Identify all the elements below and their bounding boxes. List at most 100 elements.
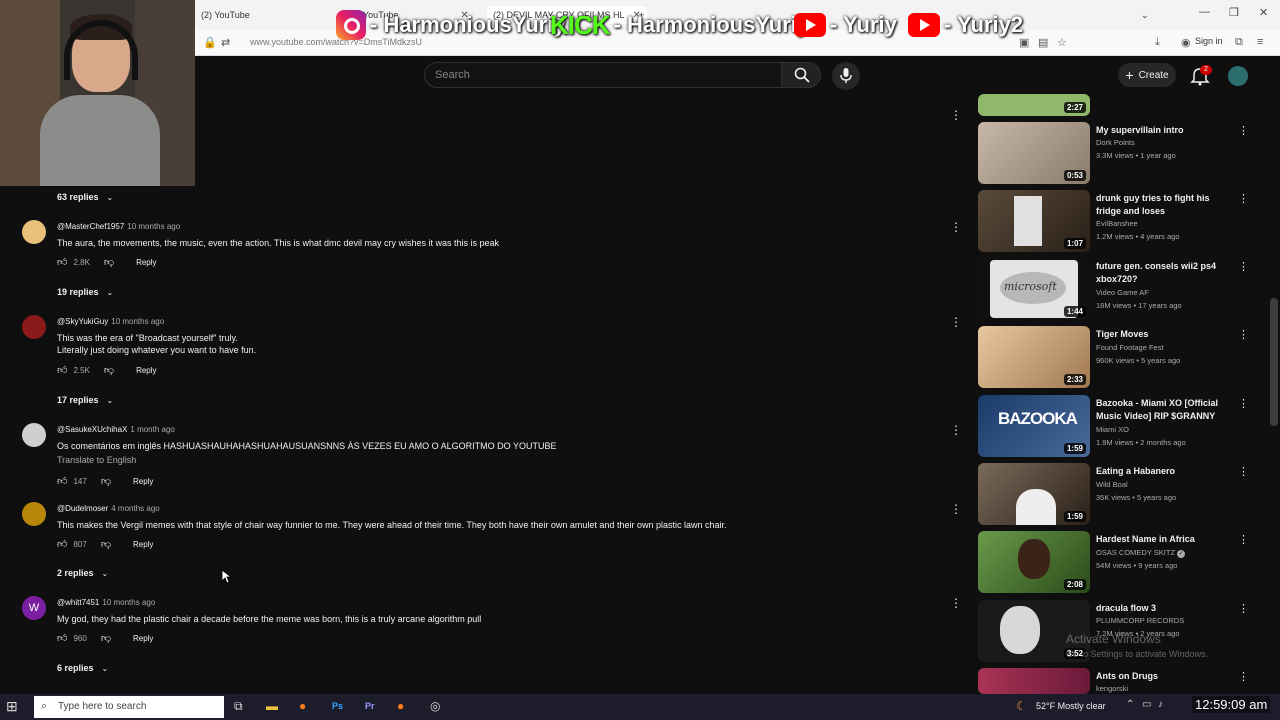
like-icon[interactable]: 👍︎ [57,256,67,268]
video-title[interactable]: dracula flow 3 [1096,602,1226,615]
bookmark-star-icon[interactable]: ☆ [1057,36,1067,49]
photoshop-icon[interactable]: Ps [332,701,343,711]
video-thumbnail[interactable]: microsoft 1:44 [978,258,1090,320]
more-actions-icon[interactable]: ⋮ [1238,397,1249,410]
video-title[interactable]: future gen. consels wii2 ps4 xbox720? [1096,260,1226,286]
view-replies-button[interactable]: 6 replies ⌄ [57,663,108,673]
more-actions-icon[interactable]: ⋮ [950,108,962,122]
video-thumbnail[interactable]: 2:08 [978,531,1090,593]
dislike-icon[interactable]: 👎︎ [101,475,111,487]
tab-list-icon[interactable]: ⌄ [1141,6,1149,24]
tray-overflow-icon[interactable]: ⌃ [1126,699,1134,710]
dislike-icon[interactable]: 👎︎ [104,256,114,268]
avatar[interactable] [22,315,46,339]
video-channel[interactable]: OSAS COMEDY SKITZ ✓ [1096,548,1186,558]
more-actions-icon[interactable]: ⋮ [950,315,962,329]
recommended-video[interactable]: 0:53 My supervillain intro Dork Points 3… [978,122,1258,184]
video-channel[interactable]: Found Footage Fest [1096,343,1164,352]
file-explorer-icon[interactable]: ▬ [266,699,278,713]
video-title[interactable]: Bazooka - Miami XO [Official Music Video… [1096,397,1226,423]
recommended-video[interactable]: 2:33 Tiger Moves Found Footage Fest 960K… [978,326,1258,388]
comment-time[interactable]: 10 months ago [102,598,155,607]
extensions-icon[interactable]: ⧉ [1235,36,1243,49]
video-channel[interactable]: Video Game AF [1096,288,1149,297]
comment-time[interactable]: 1 month ago [130,425,174,434]
avatar[interactable] [22,220,46,244]
premiere-icon[interactable]: Pr [365,701,375,711]
create-button[interactable]: + Create [1118,63,1176,87]
like-icon[interactable]: 👍︎ [57,632,67,644]
minimize-icon[interactable]: — [1199,6,1210,18]
obs-icon[interactable]: ◎ [430,699,440,713]
account-avatar[interactable] [1228,66,1248,86]
page-scrollbar[interactable] [1270,298,1278,426]
like-icon[interactable]: 👍︎ [57,538,67,550]
search-button[interactable] [781,62,821,88]
comment-time[interactable]: 4 months ago [111,504,159,513]
video-thumbnail[interactable]: BAZOOKA 1:59 [978,395,1090,457]
downloads-icon[interactable]: ⤓ [1155,36,1160,49]
close-window-icon[interactable]: ✕ [1259,6,1268,19]
avatar[interactable]: W [22,596,46,620]
video-thumbnail[interactable] [978,668,1090,694]
more-actions-icon[interactable]: ⋮ [1238,260,1249,273]
comment-author[interactable]: @MasterChef1957 [57,222,124,231]
avatar[interactable] [22,423,46,447]
comment-time[interactable]: 10 months ago [127,222,180,231]
view-replies-button[interactable]: 63 replies ⌄ [57,192,113,202]
video-channel[interactable]: Dork Points [1096,138,1135,147]
sign-in-button[interactable]: Sign in [1195,36,1223,46]
more-actions-icon[interactable]: ⋮ [1238,533,1249,546]
recommended-video[interactable]: microsoft 1:44 future gen. consels wii2 … [978,258,1258,320]
video-channel[interactable]: kengorski [1096,684,1128,693]
video-thumbnail[interactable]: 0:53 [978,122,1090,184]
dislike-icon[interactable]: 👎︎ [101,538,111,550]
tab-youtube-1[interactable]: (2) YouTube✕ [201,6,346,24]
like-icon[interactable]: 👍︎ [57,475,67,487]
view-replies-button[interactable]: 19 replies ⌄ [57,287,113,297]
video-channel[interactable]: Miami XO [1096,425,1129,434]
reply-button[interactable]: Reply [133,540,153,549]
recommended-video[interactable]: 1:59 Eating a Habanero Wild Boal 35K vie… [978,463,1258,525]
recommended-video[interactable]: BAZOOKA 1:59 Bazooka - Miami XO [Officia… [978,395,1258,457]
reply-button[interactable]: Reply [136,366,156,375]
video-title[interactable]: Tiger Moves [1096,328,1226,341]
video-thumbnail[interactable]: 1:07 [978,190,1090,252]
more-actions-icon[interactable]: ⋮ [1238,465,1249,478]
avatar[interactable] [22,502,46,526]
weather-text[interactable]: 52°F Mostly clear [1036,701,1106,711]
video-title[interactable]: Hardest Name in Africa [1096,533,1226,546]
more-actions-icon[interactable]: ⋮ [950,423,962,437]
firefox-active-icon[interactable]: ● [397,699,404,713]
more-actions-icon[interactable]: ⋮ [950,220,962,234]
recommended-video[interactable]: 2:27 [978,94,1258,116]
more-actions-icon[interactable]: ⋮ [1238,192,1249,205]
taskbar-search-input[interactable]: ⌕ Type here to search [34,696,224,718]
network-icon[interactable]: ▭ [1142,699,1151,710]
task-view-icon[interactable]: ⧉ [234,699,243,714]
more-actions-icon[interactable]: ⋮ [950,502,962,516]
account-icon[interactable]: ◉ [1181,36,1191,49]
video-channel[interactable]: EvilBanshee [1096,219,1138,228]
dislike-icon[interactable]: 👎︎ [101,632,111,644]
video-channel[interactable]: PLUMMCORP RECORDS [1096,616,1184,625]
video-thumbnail[interactable]: 2:27 [978,94,1090,116]
video-title[interactable]: My supervillain intro [1096,124,1226,137]
menu-icon[interactable]: ≡ [1257,36,1263,48]
comment-author[interactable]: @Dudelmoser [57,504,108,513]
video-title[interactable]: drunk guy tries to fight his fridge and … [1096,192,1226,218]
search-input[interactable]: Search [424,62,782,88]
video-thumbnail[interactable]: 2:33 [978,326,1090,388]
more-actions-icon[interactable]: ⋮ [950,596,962,610]
permissions-icon[interactable]: ⇄ [221,36,230,49]
video-title[interactable]: Ants on Drugs [1096,670,1226,683]
comment-author[interactable]: @SkyYukiGuy [57,317,108,326]
video-channel[interactable]: Wild Boal [1096,480,1128,489]
more-actions-icon[interactable]: ⋮ [1238,124,1249,137]
comment-author[interactable]: @whitt7451 [57,598,99,607]
start-menu-icon[interactable]: ⊞ [6,698,18,715]
reply-button[interactable]: Reply [133,634,153,643]
recommended-video[interactable]: Ants on Drugs kengorski ⋮ [978,668,1258,694]
view-replies-button[interactable]: 17 replies ⌄ [57,395,113,405]
comment-time[interactable]: 10 months ago [111,317,164,326]
